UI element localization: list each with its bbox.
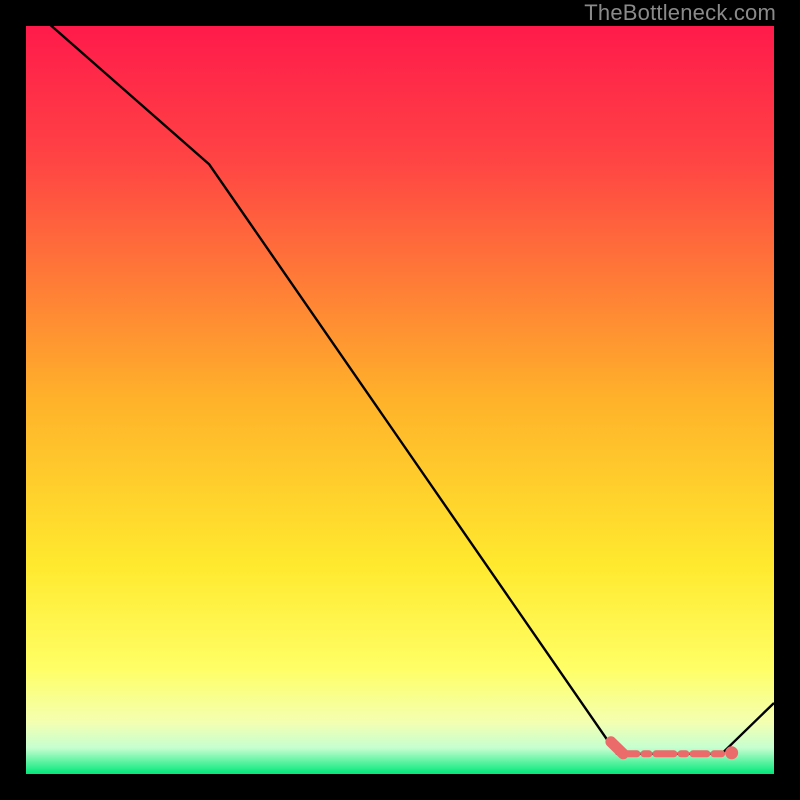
plot-area [26, 26, 774, 774]
chart-frame: TheBottleneck.com [0, 0, 800, 800]
gradient-background [26, 26, 774, 774]
chart-svg [26, 26, 774, 774]
watermark-text: TheBottleneck.com [584, 0, 776, 26]
marker-end-dot [725, 746, 738, 759]
